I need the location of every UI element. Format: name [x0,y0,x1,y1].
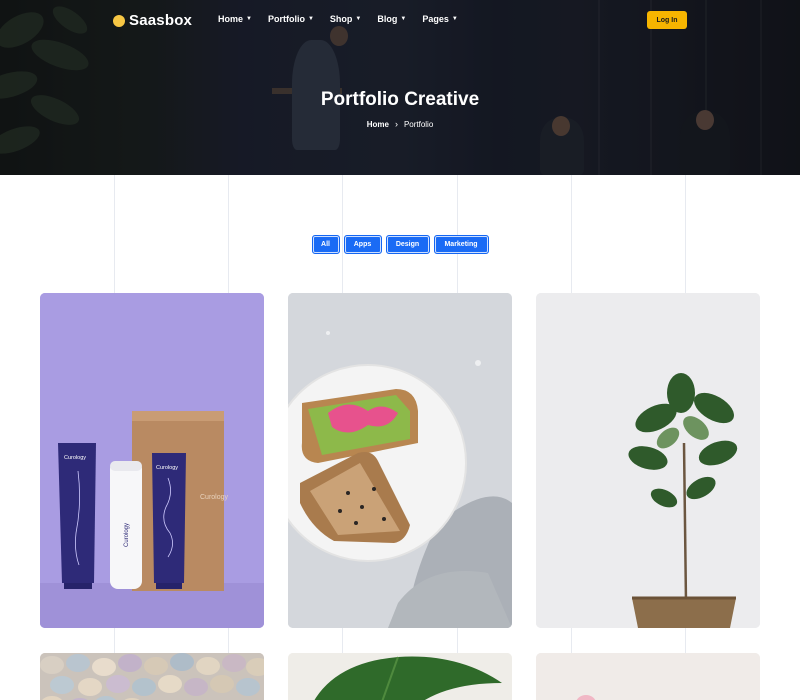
box-brand-text: Curology [200,494,229,501]
logo-mark-icon [113,14,125,27]
chevron-right-icon: › [394,119,398,129]
nav-item-home[interactable]: Home ▼ [218,14,252,24]
filter-design-button[interactable]: Design [385,235,430,254]
filter-marketing-button[interactable]: Marketing [433,235,489,254]
breadcrumb-home-link[interactable]: Home [367,120,389,129]
filter-all-button[interactable]: All [311,235,340,254]
nav-item-portfolio[interactable]: Portfolio ▼ [268,14,314,24]
caret-down-icon: ▼ [307,16,314,22]
nav-item-label: Home [218,14,244,24]
caret-down-icon: ▼ [355,16,362,22]
top-navbar: Saasbox Home ▼ Portfolio ▼ Shop ▼ Blog ▼… [0,0,800,40]
portfolio-section: All Apps Design Marketing Curology Curol… [0,175,800,700]
nav-item-label: Shop [329,14,353,24]
fiddle-leaf-plant-image [536,293,760,628]
monstera-leaf-image [288,653,512,700]
portfolio-item-pink[interactable] [536,653,760,700]
nav-item-label: Pages [422,14,449,24]
pastel-eggs-image [40,653,264,700]
tube-brand-text: Curology [64,455,86,461]
login-button[interactable]: Log In [647,11,687,29]
caret-down-icon: ▼ [400,16,407,22]
caret-down-icon: ▼ [246,16,252,22]
portfolio-item-eggs[interactable] [40,653,264,700]
nav-item-pages[interactable]: Pages ▼ [422,14,457,24]
breadcrumb: Home › Portfolio [0,119,800,129]
nav-item-blog[interactable]: Blog ▼ [377,14,406,24]
portfolio-item-skincare[interactable]: Curology Curology Curology Curology [40,293,264,628]
nav-item-label: Portfolio [267,14,305,24]
brand-logo[interactable]: Saasbox [113,12,192,29]
bottle-brand-text: Curology [124,523,130,547]
page-title: Portfolio Creative [320,89,480,110]
main-menu: Home ▼ Portfolio ▼ Shop ▼ Blog ▼ Pages ▼ [218,14,458,24]
portfolio-filter-bar: All Apps Design Marketing [0,235,800,254]
skincare-products-image: Curology Curology Curology Curology [40,293,264,628]
nav-item-shop[interactable]: Shop ▼ [330,14,361,24]
svg-text:Curology: Curology [156,465,178,471]
filter-apps-button[interactable]: Apps [343,235,382,254]
page-header-hero: Saasbox Home ▼ Portfolio ▼ Shop ▼ Blog ▼… [0,0,800,175]
portfolio-item-toast[interactable] [288,293,512,628]
pink-object-image [536,653,760,700]
brand-name: Saasbox [129,12,193,29]
nav-item-label: Blog [377,14,398,24]
portfolio-item-plant[interactable] [536,293,760,628]
portfolio-item-monstera[interactable] [288,653,512,700]
avocado-toast-image [288,293,512,628]
caret-down-icon: ▼ [451,16,458,22]
breadcrumb-current: Portfolio [403,119,434,129]
